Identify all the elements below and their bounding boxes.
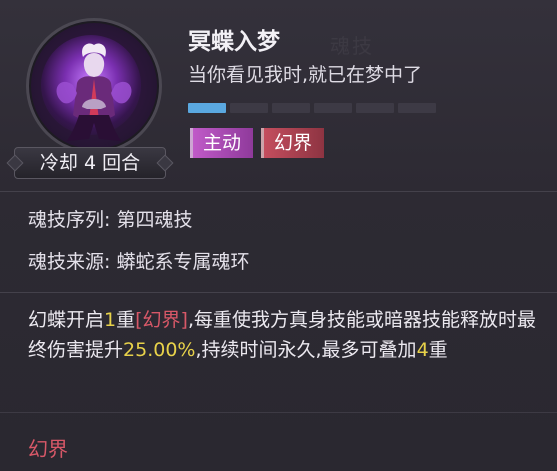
skill-level-bar [188, 103, 436, 113]
level-segment [188, 103, 226, 113]
realm-keyword: [幻界] [135, 309, 188, 331]
divider [0, 292, 557, 293]
effect-text: 重 [428, 339, 448, 361]
divider [0, 191, 557, 192]
skill-icon [26, 18, 162, 154]
skill-sequence-row: 魂技序列: 第四魂技 [28, 205, 192, 232]
level-segment [314, 103, 352, 113]
skill-effect-text: 幻蝶开启1重[幻界],每重使我方真身技能或暗器技能释放时最终伤害提升25.00%… [28, 305, 538, 365]
level-segment [272, 103, 310, 113]
background-watermark: 魂技 [330, 34, 374, 58]
tag-active: 主动 [190, 128, 254, 158]
level-segment [356, 103, 394, 113]
stack-count-value: 1 [104, 309, 117, 331]
skill-source-value: 蟒蛇系专属魂环 [116, 251, 250, 273]
skill-source-label: 魂技来源: [28, 251, 111, 273]
tag-realm: 幻界 [261, 128, 325, 158]
cooldown-badge: 冷却 4 回合 [14, 147, 166, 179]
damage-bonus-value: 25.00% [123, 339, 196, 361]
effect-text: ,持续时间永久,最多可叠加 [195, 339, 417, 361]
level-segment [398, 103, 436, 113]
skill-sequence-label: 魂技序列: [28, 209, 111, 231]
skill-description: 当你看见我时,就已在梦中了 [188, 64, 423, 86]
max-stack-value: 4 [416, 339, 429, 361]
divider [0, 412, 557, 413]
skill-source-row: 魂技来源: 蟒蛇系专属魂环 [28, 247, 249, 274]
skill-tags: 主动 幻界 [190, 128, 325, 158]
realm-section-title: 幻界 [28, 437, 68, 461]
effect-text: 重 [116, 309, 136, 331]
skill-tooltip-panel: 魂技 冷却 4 回合 冥蝶入梦 当你看见我时,就已在梦中了 主动 幻界 魂技序列… [0, 0, 557, 471]
butterfly-spirit-figure-icon [56, 43, 132, 141]
skill-name: 冥蝶入梦 [188, 29, 280, 55]
effect-text: 幻蝶开启 [28, 309, 105, 331]
skill-sequence-value: 第四魂技 [116, 209, 193, 231]
level-segment [230, 103, 268, 113]
